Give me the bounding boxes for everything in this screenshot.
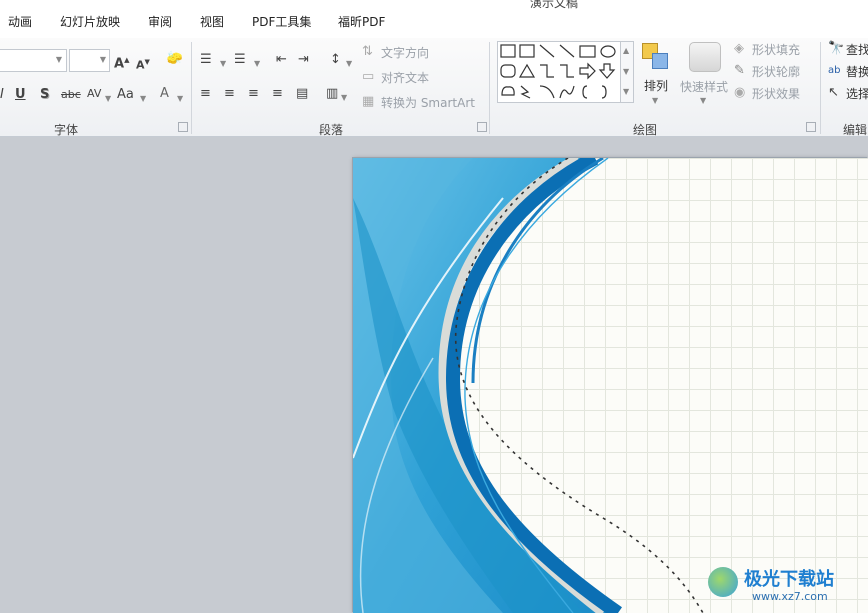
right-arrow-shape-icon <box>579 62 596 80</box>
convert-smartart-button[interactable]: 转换为 SmartArt <box>381 94 475 111</box>
window-title: 演示文稿 <box>530 0 579 10</box>
quick-styles-icon[interactable] <box>689 42 721 72</box>
group-label-paragraph: 段落 <box>319 123 344 137</box>
increase-indent-icon[interactable]: ⇥ <box>298 52 309 68</box>
bullets-icon[interactable]: ☰ <box>200 52 212 68</box>
font-color-button[interactable]: A <box>160 86 169 102</box>
shrink-font-icon[interactable]: A▼ <box>136 54 150 74</box>
align-center-icon[interactable]: ≡ <box>224 86 235 102</box>
tab-view[interactable]: 视图 <box>200 13 224 30</box>
rectangle-shape-icon <box>579 45 596 58</box>
text-direction-button[interactable]: 文字方向 <box>381 44 429 61</box>
vertical-textbox-shape-icon <box>519 44 535 58</box>
ribbon-tab-bar: 动画 幻灯片放映 审阅 视图 PDF工具集 福昕PDF 演示文稿 <box>0 0 868 38</box>
group-label-editing: 编辑 <box>843 123 868 137</box>
select-cursor-icon[interactable]: ↖ <box>828 85 839 101</box>
watermark-brand: 极光下载站 <box>744 569 834 590</box>
quick-styles-button[interactable]: 快速样式 <box>680 78 728 95</box>
watermark-logo-icon <box>708 567 738 597</box>
tab-pdf-tools[interactable]: PDF工具集 <box>252 13 311 30</box>
oval-shape-icon <box>600 45 616 58</box>
columns-dropdown-icon: ▼ <box>341 93 348 102</box>
find-button[interactable]: 查找 <box>846 41 868 58</box>
shape-outline-icon[interactable]: ✎ <box>734 63 745 79</box>
shape-effects-icon[interactable]: ◉ <box>734 85 745 101</box>
group-separator <box>820 42 821 134</box>
rounded-rect-shape-icon <box>500 64 516 78</box>
change-case-dropdown-icon: ▼ <box>140 94 147 103</box>
select-button[interactable]: 选择 <box>846 85 868 102</box>
arc-shape-icon <box>539 85 555 99</box>
bullets-dropdown-icon: ▼ <box>220 59 227 68</box>
align-text-button[interactable]: 对齐文本 <box>381 69 429 86</box>
shape-fill-button[interactable]: 形状填充 <box>752 41 800 58</box>
distributed-icon[interactable]: ▤ <box>296 86 308 102</box>
group-separator <box>191 42 192 134</box>
font-name-combo[interactable]: ▼ <box>0 49 67 72</box>
decrease-indent-icon[interactable]: ⇤ <box>276 52 287 68</box>
arrow-line-shape-icon <box>559 44 575 58</box>
align-left-icon[interactable]: ≡ <box>200 86 211 102</box>
numbering-dropdown-icon: ▼ <box>254 59 261 68</box>
shape-effects-button[interactable]: 形状效果 <box>752 85 800 102</box>
group-label-font: 字体 <box>54 123 79 137</box>
freeform-shape-icon <box>501 86 515 96</box>
replace-button[interactable]: 替换 <box>846 63 868 80</box>
change-case-button[interactable]: Aa <box>117 87 134 103</box>
tab-foxit-pdf[interactable]: 福昕PDF <box>338 13 385 30</box>
slide-canvas[interactable] <box>353 158 868 613</box>
curve-shape-icon <box>559 85 575 99</box>
tab-animations[interactable]: 动画 <box>8 13 32 30</box>
clear-format-icon[interactable]: 🧽 <box>166 51 184 67</box>
line-spacing-icon[interactable]: ↕ <box>330 52 341 68</box>
char-spacing-dropdown-icon: ▼ <box>105 94 112 103</box>
replace-icon[interactable]: ab <box>828 63 840 79</box>
underline-button[interactable]: U <box>15 87 26 103</box>
line-shape-icon <box>539 44 555 58</box>
arrange-button[interactable]: 排列 <box>644 77 668 94</box>
shape-outline-button[interactable]: 形状轮廓 <box>752 63 800 80</box>
find-icon[interactable]: 🔭 <box>828 41 844 57</box>
tab-slideshow[interactable]: 幻灯片放映 <box>60 13 120 30</box>
left-brace-shape-icon <box>582 85 588 99</box>
smartart-icon[interactable]: ▦ <box>362 94 374 110</box>
triangle-shape-icon <box>518 63 536 78</box>
grow-font-icon[interactable]: A▲ <box>114 52 129 72</box>
down-arrow-shape-icon <box>598 63 616 79</box>
char-spacing-button[interactable]: AV <box>87 86 101 102</box>
shapes-gallery-icons <box>500 44 616 99</box>
right-brace-shape-icon <box>601 85 607 99</box>
elbow-arrow-connector-icon <box>560 64 574 78</box>
strikethrough-button[interactable]: abc <box>61 87 81 103</box>
elbow-connector-icon <box>540 64 554 78</box>
font-color-dropdown-icon: ▼ <box>177 94 184 103</box>
columns-icon[interactable]: ▥ <box>326 86 338 102</box>
numbering-icon[interactable]: ☰ <box>234 52 246 68</box>
paragraph-dialog-launcher-icon[interactable] <box>477 122 487 132</box>
shapes-gallery[interactable]: ▲ ▼ ▼ <box>497 41 634 103</box>
align-right-icon[interactable]: ≡ <box>248 86 259 102</box>
shape-fill-icon[interactable]: ◈ <box>734 41 744 57</box>
font-dialog-launcher-icon[interactable] <box>178 122 188 132</box>
textbox-shape-icon <box>500 44 516 58</box>
line-spacing-dropdown-icon: ▼ <box>346 59 353 68</box>
drawing-dialog-launcher-icon[interactable] <box>806 122 816 132</box>
tab-review[interactable]: 审阅 <box>148 13 172 30</box>
watermark: 极光下载站 www.xz7.com <box>706 563 866 609</box>
group-separator <box>489 42 490 134</box>
justify-icon[interactable]: ≡ <box>272 86 283 102</box>
align-text-icon[interactable]: ▭ <box>362 69 374 85</box>
slide-wave-background <box>353 158 704 613</box>
italic-button[interactable]: I <box>0 87 4 103</box>
text-direction-icon[interactable]: ⇅ <box>362 44 373 60</box>
font-size-combo[interactable]: ▼ <box>69 49 110 72</box>
shadow-button[interactable]: S <box>40 87 49 103</box>
shapes-gallery-scroll[interactable]: ▲ ▼ ▼ <box>620 42 633 102</box>
scribble-shape-icon <box>520 85 531 99</box>
group-label-drawing: 绘图 <box>633 123 658 137</box>
arrange-icon[interactable] <box>640 41 674 73</box>
watermark-url: www.xz7.com <box>752 590 828 603</box>
